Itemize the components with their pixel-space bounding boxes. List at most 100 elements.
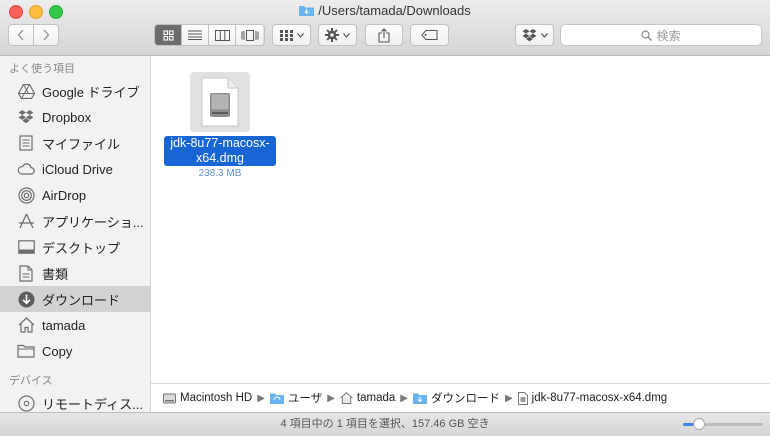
sidebar-item-label: Google ドライブ — [42, 84, 140, 100]
folder-icon — [269, 393, 284, 404]
sidebar-item-documents[interactable]: 書類 — [0, 260, 150, 286]
all-my-files-icon — [16, 134, 36, 152]
arrange-button[interactable] — [272, 24, 311, 46]
search-icon — [641, 29, 653, 41]
share-button[interactable] — [365, 24, 403, 46]
sidebar-item-label: Dropbox — [42, 109, 92, 125]
cover-flow-icon — [241, 29, 258, 41]
disk-image-icon — [190, 72, 250, 132]
sidebar-item-dropbox[interactable]: Dropbox — [0, 104, 150, 130]
columns-icon — [214, 29, 230, 41]
desktop-icon — [16, 238, 36, 256]
sidebar-item-all-my-files[interactable]: マイファイル — [0, 130, 150, 156]
icon-size-slider-knob[interactable] — [693, 418, 705, 430]
path-separator-icon: ▶ — [327, 392, 335, 404]
path-crumb-home[interactable]: tamada — [340, 392, 395, 404]
status-text: 4 項目中の 1 項目を選択、157.46 GB 空き — [280, 418, 490, 430]
window-title: /Users/tamada/Downloads — [0, 3, 770, 18]
forward-button[interactable] — [34, 25, 58, 45]
sidebar-item-icloud-drive[interactable]: iCloud Drive — [0, 156, 150, 182]
icon-view-button[interactable] — [155, 25, 182, 45]
path-crumb-macintosh-hd[interactable]: Macintosh HD — [163, 392, 252, 404]
chevron-down-icon — [343, 32, 350, 38]
folder-icon — [412, 393, 427, 404]
downloads-icon — [16, 290, 36, 308]
sidebar-section-favorites: よく使う項目 — [9, 63, 75, 75]
path-crumb-label: ダウンロード — [430, 393, 500, 405]
chevron-left-icon — [17, 29, 24, 41]
dropbox-icon — [522, 28, 536, 41]
chevron-down-icon — [540, 32, 548, 38]
gear-icon — [325, 28, 339, 42]
path-separator-icon: ▶ — [400, 392, 408, 404]
file-name[interactable]: jdk-8u77-macosx-x64.dmg — [164, 136, 276, 166]
file-browser: jdk-8u77-macosx-x64.dmg 238.3 MB — [151, 56, 770, 383]
status-bar: 4 項目中の 1 項目を選択、157.46 GB 空き — [0, 412, 770, 436]
arrange-grid-icon — [279, 29, 293, 41]
sidebar-item-label: ダウンロード — [42, 292, 121, 308]
path-separator-icon: ▶ — [257, 392, 265, 404]
file-item[interactable]: jdk-8u77-macosx-x64.dmg 238.3 MB — [163, 72, 277, 179]
sidebar-item-label: マイファイル — [42, 136, 121, 152]
icloud-icon — [16, 160, 36, 178]
sidebar-item-remote-disc[interactable]: リモートディス... — [0, 390, 150, 412]
action-button[interactable] — [318, 24, 357, 46]
path-crumb-file[interactable]: jdk-8u77-macosx-x64.dmg — [517, 391, 668, 405]
folder-icon — [16, 342, 36, 360]
dropbox-menu-button[interactable] — [515, 24, 554, 46]
path-bar: Macintosh HD ▶ ユーザ ▶ tamada ▶ ダウンロード ▶ j… — [151, 383, 770, 412]
sidebar-item-label: アプリケーショ... — [42, 214, 144, 230]
sidebar-item-label: iCloud Drive — [42, 161, 113, 177]
downloads-folder-icon — [299, 6, 315, 16]
file-size: 238.3 MB — [198, 168, 242, 179]
cover-flow-button[interactable] — [236, 25, 263, 45]
sidebar-item-copy[interactable]: Copy — [0, 338, 150, 364]
search-placeholder: 検索 — [656, 28, 681, 43]
applications-icon — [16, 212, 36, 230]
path-crumb-label: jdk-8u77-macosx-x64.dmg — [531, 392, 668, 404]
chevron-right-icon — [43, 29, 50, 41]
sidebar-item-label: リモートディス... — [42, 396, 143, 412]
sidebar-item-downloads[interactable]: ダウンロード — [0, 286, 150, 312]
sidebar: よく使う項目 Google ドライブ Dropbox マイファイル iCloud… — [0, 56, 151, 412]
sidebar-item-label: デスクトップ — [42, 240, 121, 256]
tag-icon — [421, 30, 438, 40]
tags-button[interactable] — [410, 24, 449, 46]
sidebar-section-devices: デバイス — [9, 375, 53, 387]
airdrop-icon — [16, 186, 36, 204]
path-crumb-label: Macintosh HD — [180, 392, 253, 404]
finder-window: /Users/tamada/Downloads 検索 よく使う項目 Google… — [0, 0, 770, 436]
documents-icon — [16, 264, 36, 282]
path-crumb-label: tamada — [356, 392, 396, 404]
list-view-button[interactable] — [182, 25, 209, 45]
google-drive-icon — [16, 82, 36, 100]
hard-drive-icon — [163, 393, 176, 404]
search-input[interactable]: 検索 — [560, 24, 762, 46]
sidebar-item-label: tamada — [42, 317, 86, 333]
sidebar-item-desktop[interactable]: デスクトップ — [0, 234, 150, 260]
chevron-down-icon — [296, 32, 304, 38]
path-separator-icon: ▶ — [504, 392, 513, 404]
icon-size-slider[interactable] — [683, 418, 763, 430]
nav-buttons — [8, 24, 59, 46]
toolbar: /Users/tamada/Downloads 検索 — [0, 0, 770, 56]
column-view-button[interactable] — [209, 25, 236, 45]
sidebar-item-label: 書類 — [42, 266, 69, 282]
grid-icon — [162, 29, 174, 41]
path-crumb-downloads[interactable]: ダウンロード — [412, 390, 500, 406]
sidebar-item-label: Copy — [42, 343, 73, 359]
home-icon — [340, 392, 353, 404]
back-button[interactable] — [9, 25, 34, 45]
remote-disc-icon — [16, 394, 36, 412]
sidebar-item-google-drive[interactable]: Google ドライブ — [0, 78, 150, 104]
view-mode-control — [154, 24, 265, 46]
file-icon — [517, 391, 528, 405]
sidebar-item-airdrop[interactable]: AirDrop — [0, 182, 150, 208]
share-icon — [378, 27, 390, 43]
dropbox-icon — [16, 108, 36, 126]
list-icon — [188, 30, 202, 40]
sidebar-item-home[interactable]: tamada — [0, 312, 150, 338]
path-crumb-users[interactable]: ユーザ — [269, 390, 322, 406]
sidebar-item-label: AirDrop — [42, 187, 87, 203]
sidebar-item-applications[interactable]: アプリケーショ... — [0, 208, 150, 234]
